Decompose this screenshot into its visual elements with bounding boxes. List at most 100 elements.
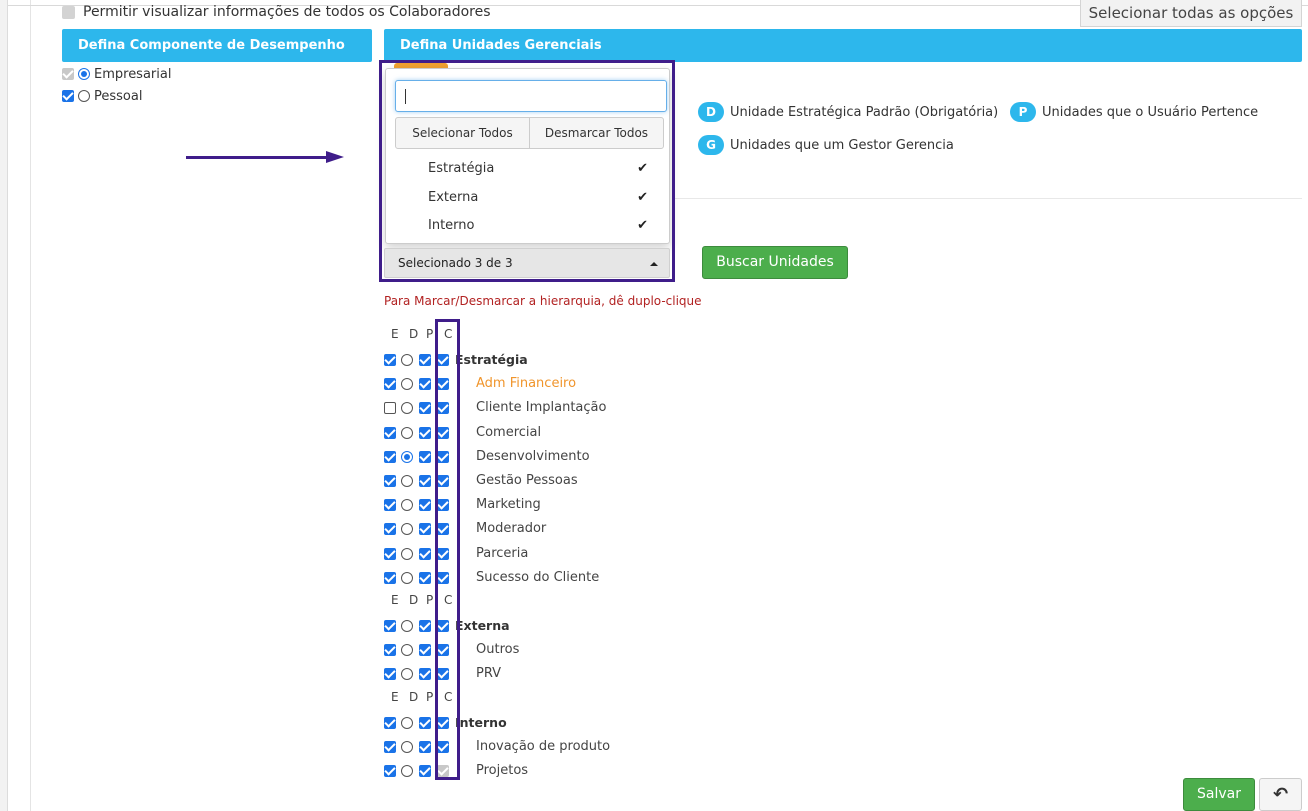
legend-d-badge: D — [698, 102, 724, 122]
checkbox-p[interactable] — [419, 741, 431, 753]
checkbox-e[interactable] — [384, 354, 396, 366]
option-empresarial[interactable]: Empresarial — [62, 65, 171, 83]
tree-group-row[interactable]: Interno — [0, 714, 600, 732]
checkbox-p[interactable] — [419, 378, 431, 390]
unit-name: Desenvolvimento — [476, 449, 590, 464]
radio-d[interactable] — [401, 572, 413, 584]
radio-d[interactable] — [401, 427, 413, 439]
tree-unit-row[interactable]: Sucesso do Cliente — [0, 569, 600, 587]
checkbox-p[interactable] — [419, 668, 431, 680]
checkbox-p[interactable] — [419, 765, 431, 777]
radio-d[interactable] — [401, 668, 413, 680]
checkbox-e[interactable] — [384, 765, 396, 777]
legend-g-label: Unidades que um Gestor Gerencia — [730, 137, 954, 153]
checkbox-e[interactable] — [384, 620, 396, 632]
checkbox-e[interactable] — [384, 523, 396, 535]
tree-unit-row[interactable]: Marketing — [0, 496, 600, 514]
performance-header: Defina Componente de Desempenho — [62, 29, 372, 62]
radio-d[interactable] — [401, 717, 413, 729]
unit-name: Inovação de produto — [476, 739, 611, 754]
unit-name: Outros — [476, 642, 520, 657]
radio-d[interactable] — [401, 354, 413, 366]
radio-d[interactable] — [401, 644, 413, 656]
unit-name: Comercial — [476, 425, 542, 440]
checkbox-p[interactable] — [419, 548, 431, 560]
save-button[interactable]: Salvar — [1183, 778, 1255, 811]
empresarial-radio[interactable] — [78, 68, 90, 80]
radio-d[interactable] — [401, 378, 413, 390]
checkbox-p[interactable] — [419, 402, 431, 414]
column-header-d: D — [409, 593, 419, 607]
undo-button[interactable]: ↶ — [1259, 778, 1302, 811]
arrow-right-icon — [326, 151, 344, 163]
radio-d[interactable] — [401, 620, 413, 632]
group-name: Interno — [455, 715, 507, 730]
radio-d[interactable] — [401, 475, 413, 487]
tree-unit-row[interactable]: Parceria — [0, 545, 600, 563]
annotation-box-dropdown — [379, 60, 675, 282]
allow-all-row[interactable]: Permitir visualizar informações de todos… — [62, 4, 491, 22]
tree-unit-row[interactable]: Cliente Implantação — [0, 399, 606, 417]
unit-name: Adm Financeiro — [476, 376, 577, 391]
unit-name: Gestão Pessoas — [476, 473, 578, 488]
tree-unit-row[interactable]: Gestão Pessoas — [0, 472, 600, 490]
checkbox-e[interactable] — [384, 548, 396, 560]
checkbox-e[interactable] — [384, 741, 396, 753]
unit-name: Moderador — [476, 521, 547, 536]
checkbox-p[interactable] — [419, 451, 431, 463]
checkbox-p[interactable] — [419, 475, 431, 487]
pessoal-checkbox[interactable] — [62, 90, 74, 102]
unit-name: Projetos — [476, 763, 529, 778]
radio-d[interactable] — [401, 523, 413, 535]
column-header-e: E — [391, 593, 399, 607]
select-all-options-button[interactable]: Selecionar todas as opções — [1080, 0, 1302, 27]
checkbox-p[interactable] — [419, 644, 431, 656]
checkbox-p[interactable] — [419, 427, 431, 439]
tree-unit-row[interactable]: Inovação de produto — [0, 738, 610, 756]
tree-group-row[interactable]: Estratégia — [0, 351, 600, 369]
checkbox-e[interactable] — [384, 427, 396, 439]
option-pessoal[interactable]: Pessoal — [62, 87, 142, 105]
radio-d[interactable] — [401, 499, 413, 511]
tree-unit-row[interactable]: Moderador — [0, 520, 600, 538]
empresarial-label: Empresarial — [94, 66, 172, 82]
legend-p-badge: P — [1010, 102, 1036, 122]
annotation-arrow — [186, 156, 328, 159]
checkbox-e[interactable] — [384, 451, 396, 463]
checkbox-p[interactable] — [419, 354, 431, 366]
group-name: Estratégia — [455, 352, 528, 367]
allow-all-checkbox — [62, 5, 75, 19]
column-header-p: P — [426, 327, 434, 341]
checkbox-p[interactable] — [419, 620, 431, 632]
tree-unit-row[interactable]: Desenvolvimento — [0, 448, 600, 466]
checkbox-p[interactable] — [419, 523, 431, 535]
radio-d[interactable] — [401, 548, 413, 560]
tree-unit-row[interactable]: Adm Financeiro — [0, 375, 600, 393]
tree-unit-row[interactable]: Comercial — [0, 424, 600, 442]
checkbox-e[interactable] — [384, 572, 396, 584]
checkbox-e[interactable] — [384, 644, 396, 656]
legend-p: P Unidades que o Usuário Pertence — [1010, 102, 1258, 122]
tree-unit-row[interactable]: Projetos — [0, 762, 600, 780]
group-name: Externa — [455, 618, 510, 633]
checkbox-e[interactable] — [384, 717, 396, 729]
checkbox-e[interactable] — [384, 402, 396, 414]
radio-d[interactable] — [401, 402, 413, 414]
checkbox-p[interactable] — [419, 572, 431, 584]
checkbox-p[interactable] — [419, 717, 431, 729]
tree-unit-row[interactable]: Outros — [0, 641, 600, 659]
tree-group-row[interactable]: Externa — [0, 617, 600, 635]
radio-d[interactable] — [401, 741, 413, 753]
search-units-button[interactable]: Buscar Unidades — [702, 246, 848, 279]
unit-name: Parceria — [476, 546, 529, 561]
column-header-d: D — [409, 689, 419, 704]
checkbox-e[interactable] — [384, 475, 396, 487]
pessoal-radio[interactable] — [78, 90, 90, 102]
tree-unit-row[interactable]: PRV — [0, 665, 600, 683]
checkbox-e[interactable] — [384, 378, 396, 390]
checkbox-e[interactable] — [384, 499, 396, 511]
checkbox-p[interactable] — [419, 499, 431, 511]
checkbox-e[interactable] — [384, 668, 396, 680]
radio-d[interactable] — [401, 451, 413, 463]
radio-d[interactable] — [401, 765, 413, 777]
